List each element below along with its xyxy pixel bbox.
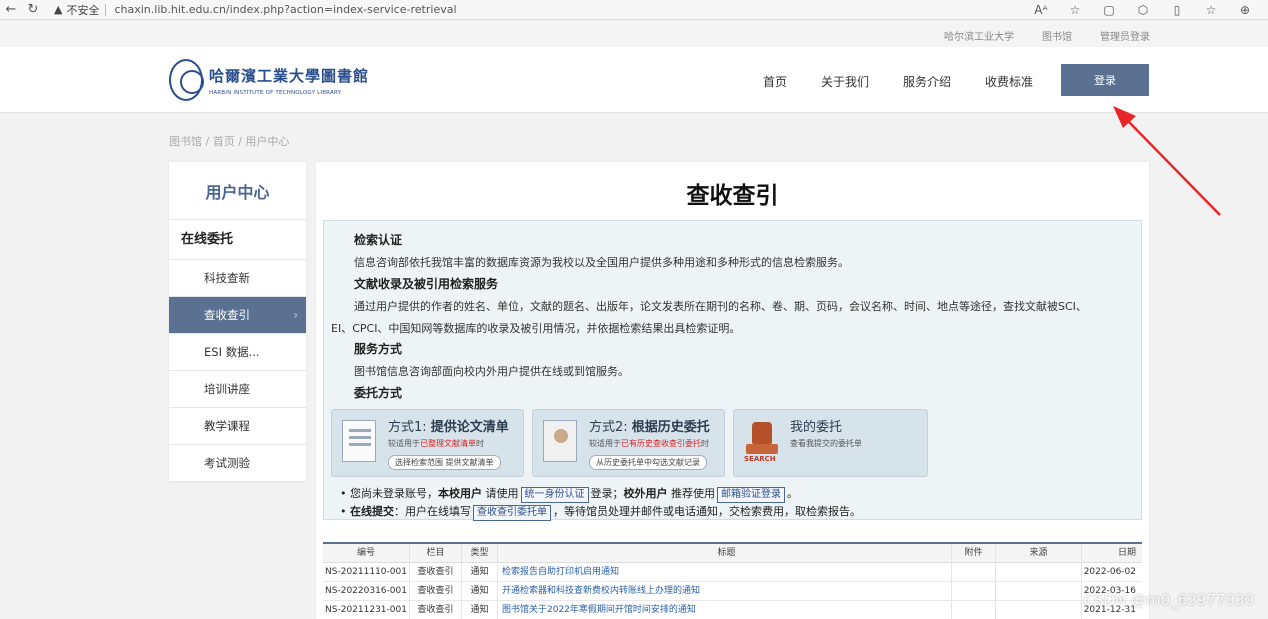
watermark: CSDN @m0_62977030 — [1083, 591, 1254, 609]
annotation-arrow-icon — [1113, 106, 1221, 216]
